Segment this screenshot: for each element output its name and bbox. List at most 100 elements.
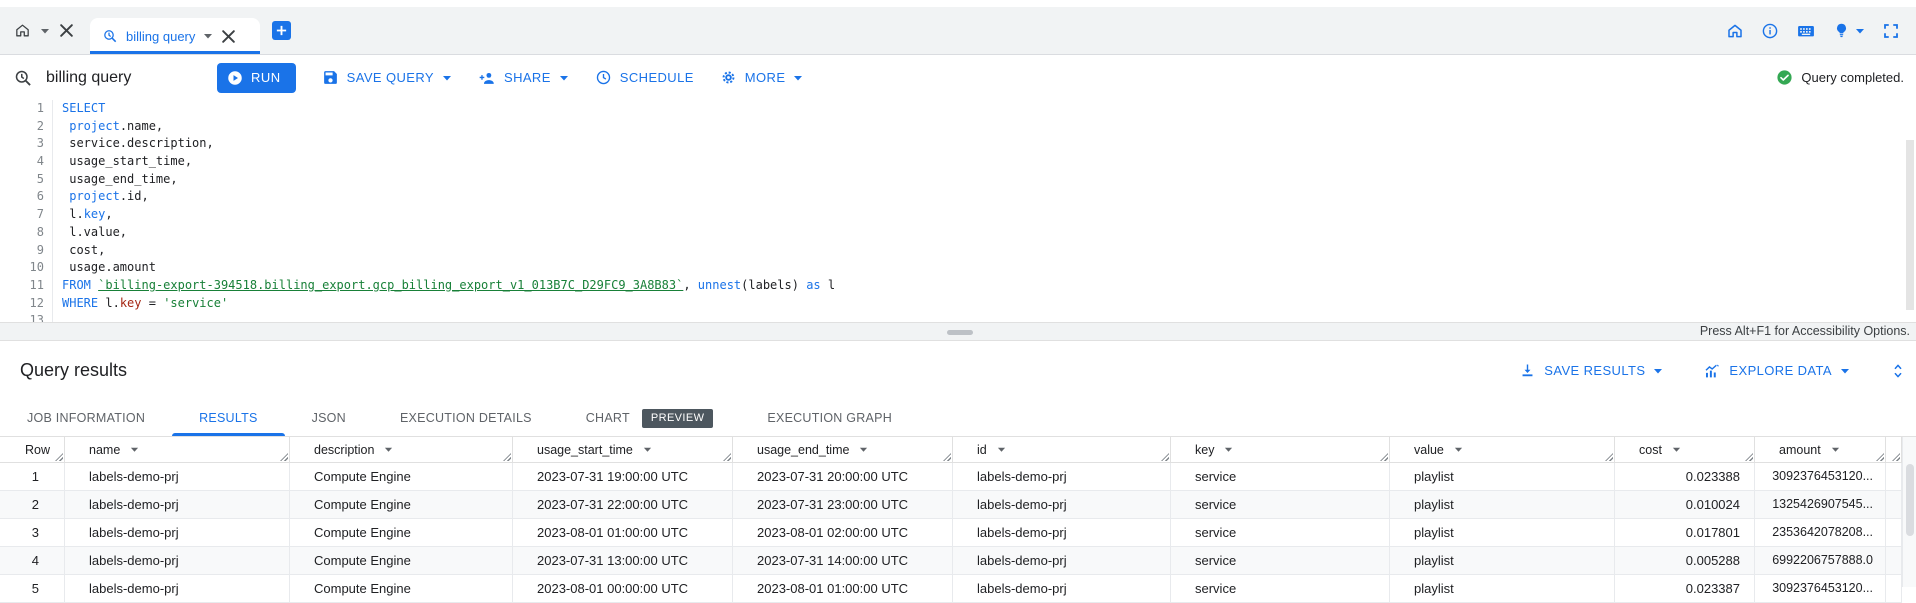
line-number: 4 — [0, 153, 44, 171]
close-tab-icon[interactable] — [221, 29, 236, 44]
sql-editor-lines: 1SELECT2 project.name,3 service.descript… — [0, 100, 1916, 322]
column-menu-icon[interactable] — [859, 445, 868, 454]
cell: service — [1171, 491, 1390, 518]
schedule-button[interactable]: SCHEDULE — [595, 69, 694, 86]
line-number: 9 — [0, 242, 44, 260]
line-number: 11 — [0, 277, 44, 295]
table-row[interactable]: 4labels-demo-prjCompute Engine2023-07-31… — [0, 547, 1902, 575]
share-label: SHARE — [504, 70, 551, 85]
run-button[interactable]: RUN — [217, 63, 296, 93]
column-header-key[interactable]: key — [1171, 437, 1390, 462]
more-label: MORE — [745, 70, 786, 85]
code-line[interactable]: 4 usage_start_time, — [0, 153, 1916, 171]
expand-panel-icon[interactable] — [1890, 363, 1906, 379]
code-line[interactable]: 8 l.value, — [0, 224, 1916, 242]
code-line[interactable]: 5 usage_end_time, — [0, 171, 1916, 189]
column-header-id[interactable]: id — [953, 437, 1171, 462]
tab-bar-left-controls — [14, 22, 74, 39]
chevron-down-icon — [442, 73, 452, 83]
share-button[interactable]: SHARE — [478, 69, 569, 87]
code-line[interactable]: 6 project.id, — [0, 188, 1916, 206]
table-row[interactable]: 2labels-demo-prjCompute Engine2023-07-31… — [0, 491, 1902, 519]
chevron-down-icon[interactable] — [203, 31, 213, 41]
scrollbar-thumb[interactable] — [1906, 464, 1914, 536]
code-text: cost, — [52, 242, 105, 260]
preview-badge: PREVIEW — [642, 409, 714, 428]
more-button[interactable]: MORE — [720, 69, 804, 86]
query-icon — [13, 68, 33, 88]
explore-data-button[interactable]: EXPLORE DATA — [1703, 362, 1850, 380]
column-menu-icon[interactable] — [1224, 445, 1233, 454]
line-number: 3 — [0, 135, 44, 153]
resize-handle[interactable] — [947, 330, 973, 335]
chart-icon — [1703, 362, 1721, 380]
sql-editor[interactable]: 1SELECT2 project.name,3 service.descript… — [0, 100, 1916, 322]
info-icon[interactable] — [1761, 22, 1779, 40]
code-line[interactable]: 1SELECT — [0, 100, 1916, 118]
code-line[interactable]: 10 usage.amount — [0, 259, 1916, 277]
tips-lightbulb-icon[interactable] — [1833, 22, 1865, 39]
cell-spacer — [1886, 463, 1902, 490]
accessibility-hint: Press Alt+F1 for Accessibility Options. — [1700, 323, 1910, 340]
cell: 2023-08-01 01:00:00 UTC — [513, 519, 733, 546]
column-header-usage_end_time[interactable]: usage_end_time — [733, 437, 953, 462]
code-line[interactable]: 11FROM `billing-export-394518.billing_ex… — [0, 277, 1916, 295]
code-line[interactable]: 7 l.key, — [0, 206, 1916, 224]
code-line[interactable]: 3 service.description, — [0, 135, 1916, 153]
cell: 2023-07-31 14:00:00 UTC — [733, 547, 953, 574]
line-number: 6 — [0, 188, 44, 206]
query-toolbar: billing query RUN SAVE QUERY SHARE SCHED… — [0, 55, 1916, 100]
results-table-body: 1labels-demo-prjCompute Engine2023-07-31… — [0, 463, 1902, 603]
column-header-amount[interactable]: amount — [1755, 437, 1886, 462]
column-menu-icon[interactable] — [1672, 445, 1681, 454]
home-icon[interactable] — [1726, 22, 1744, 40]
tab-job-information[interactable]: JOB INFORMATION — [0, 400, 172, 436]
table-row[interactable]: 5labels-demo-prjCompute Engine2023-08-01… — [0, 575, 1902, 603]
column-header-spacer — [1886, 437, 1902, 462]
editor-scrollbar[interactable] — [1906, 140, 1914, 310]
home-tab-icon[interactable] — [14, 22, 31, 39]
column-menu-icon[interactable] — [1831, 445, 1840, 454]
column-header-name[interactable]: name — [65, 437, 290, 462]
tab-results[interactable]: RESULTS — [172, 400, 284, 436]
close-icon[interactable] — [59, 23, 74, 38]
table-row[interactable]: 3labels-demo-prjCompute Engine2023-08-01… — [0, 519, 1902, 547]
tab-execution-details[interactable]: EXECUTION DETAILS — [373, 400, 559, 436]
cell-spacer — [1886, 575, 1902, 602]
editor-tab-bar: billing query — [0, 7, 1916, 55]
column-label: usage_start_time — [537, 443, 633, 457]
fullscreen-icon[interactable] — [1882, 22, 1900, 40]
code-line[interactable]: 12WHERE l.key = 'service' — [0, 295, 1916, 313]
keyboard-shortcuts-icon[interactable] — [1796, 21, 1816, 41]
tab-label: EXECUTION GRAPH — [767, 411, 892, 425]
column-menu-icon[interactable] — [130, 445, 139, 454]
query-results-title: Query results — [20, 341, 127, 400]
new-tab-button[interactable] — [272, 21, 291, 40]
tab-execution-graph[interactable]: EXECUTION GRAPH — [740, 400, 919, 436]
code-line[interactable]: 2 project.name, — [0, 118, 1916, 136]
code-line[interactable]: 13 — [0, 312, 1916, 322]
column-menu-icon[interactable] — [997, 445, 1006, 454]
cell: labels-demo-prj — [65, 575, 290, 602]
column-header-row[interactable]: Row — [0, 437, 65, 462]
tab-chart[interactable]: CHARTPREVIEW — [559, 400, 741, 436]
chevron-down-icon — [559, 73, 569, 83]
chevron-down-icon[interactable] — [40, 26, 50, 36]
save-query-button[interactable]: SAVE QUERY — [322, 69, 452, 86]
cell: 2023-08-01 01:00:00 UTC — [733, 575, 953, 602]
cell: Compute Engine — [290, 519, 513, 546]
column-header-usage_start_time[interactable]: usage_start_time — [513, 437, 733, 462]
column-menu-icon[interactable] — [1454, 445, 1463, 454]
code-line[interactable]: 9 cost, — [0, 242, 1916, 260]
column-menu-icon[interactable] — [643, 445, 652, 454]
tab-json[interactable]: JSON — [285, 400, 373, 436]
table-row[interactable]: 1labels-demo-prjCompute Engine2023-07-31… — [0, 463, 1902, 491]
tab-billing-query[interactable]: billing query — [90, 18, 260, 54]
column-header-description[interactable]: description — [290, 437, 513, 462]
column-header-value[interactable]: value — [1390, 437, 1615, 462]
results-scrollbar[interactable] — [1902, 437, 1916, 587]
column-menu-icon[interactable] — [384, 445, 393, 454]
save-results-button[interactable]: SAVE RESULTS — [1519, 362, 1663, 379]
cell: 2023-07-31 20:00:00 UTC — [733, 463, 953, 490]
column-header-cost[interactable]: cost — [1615, 437, 1755, 462]
